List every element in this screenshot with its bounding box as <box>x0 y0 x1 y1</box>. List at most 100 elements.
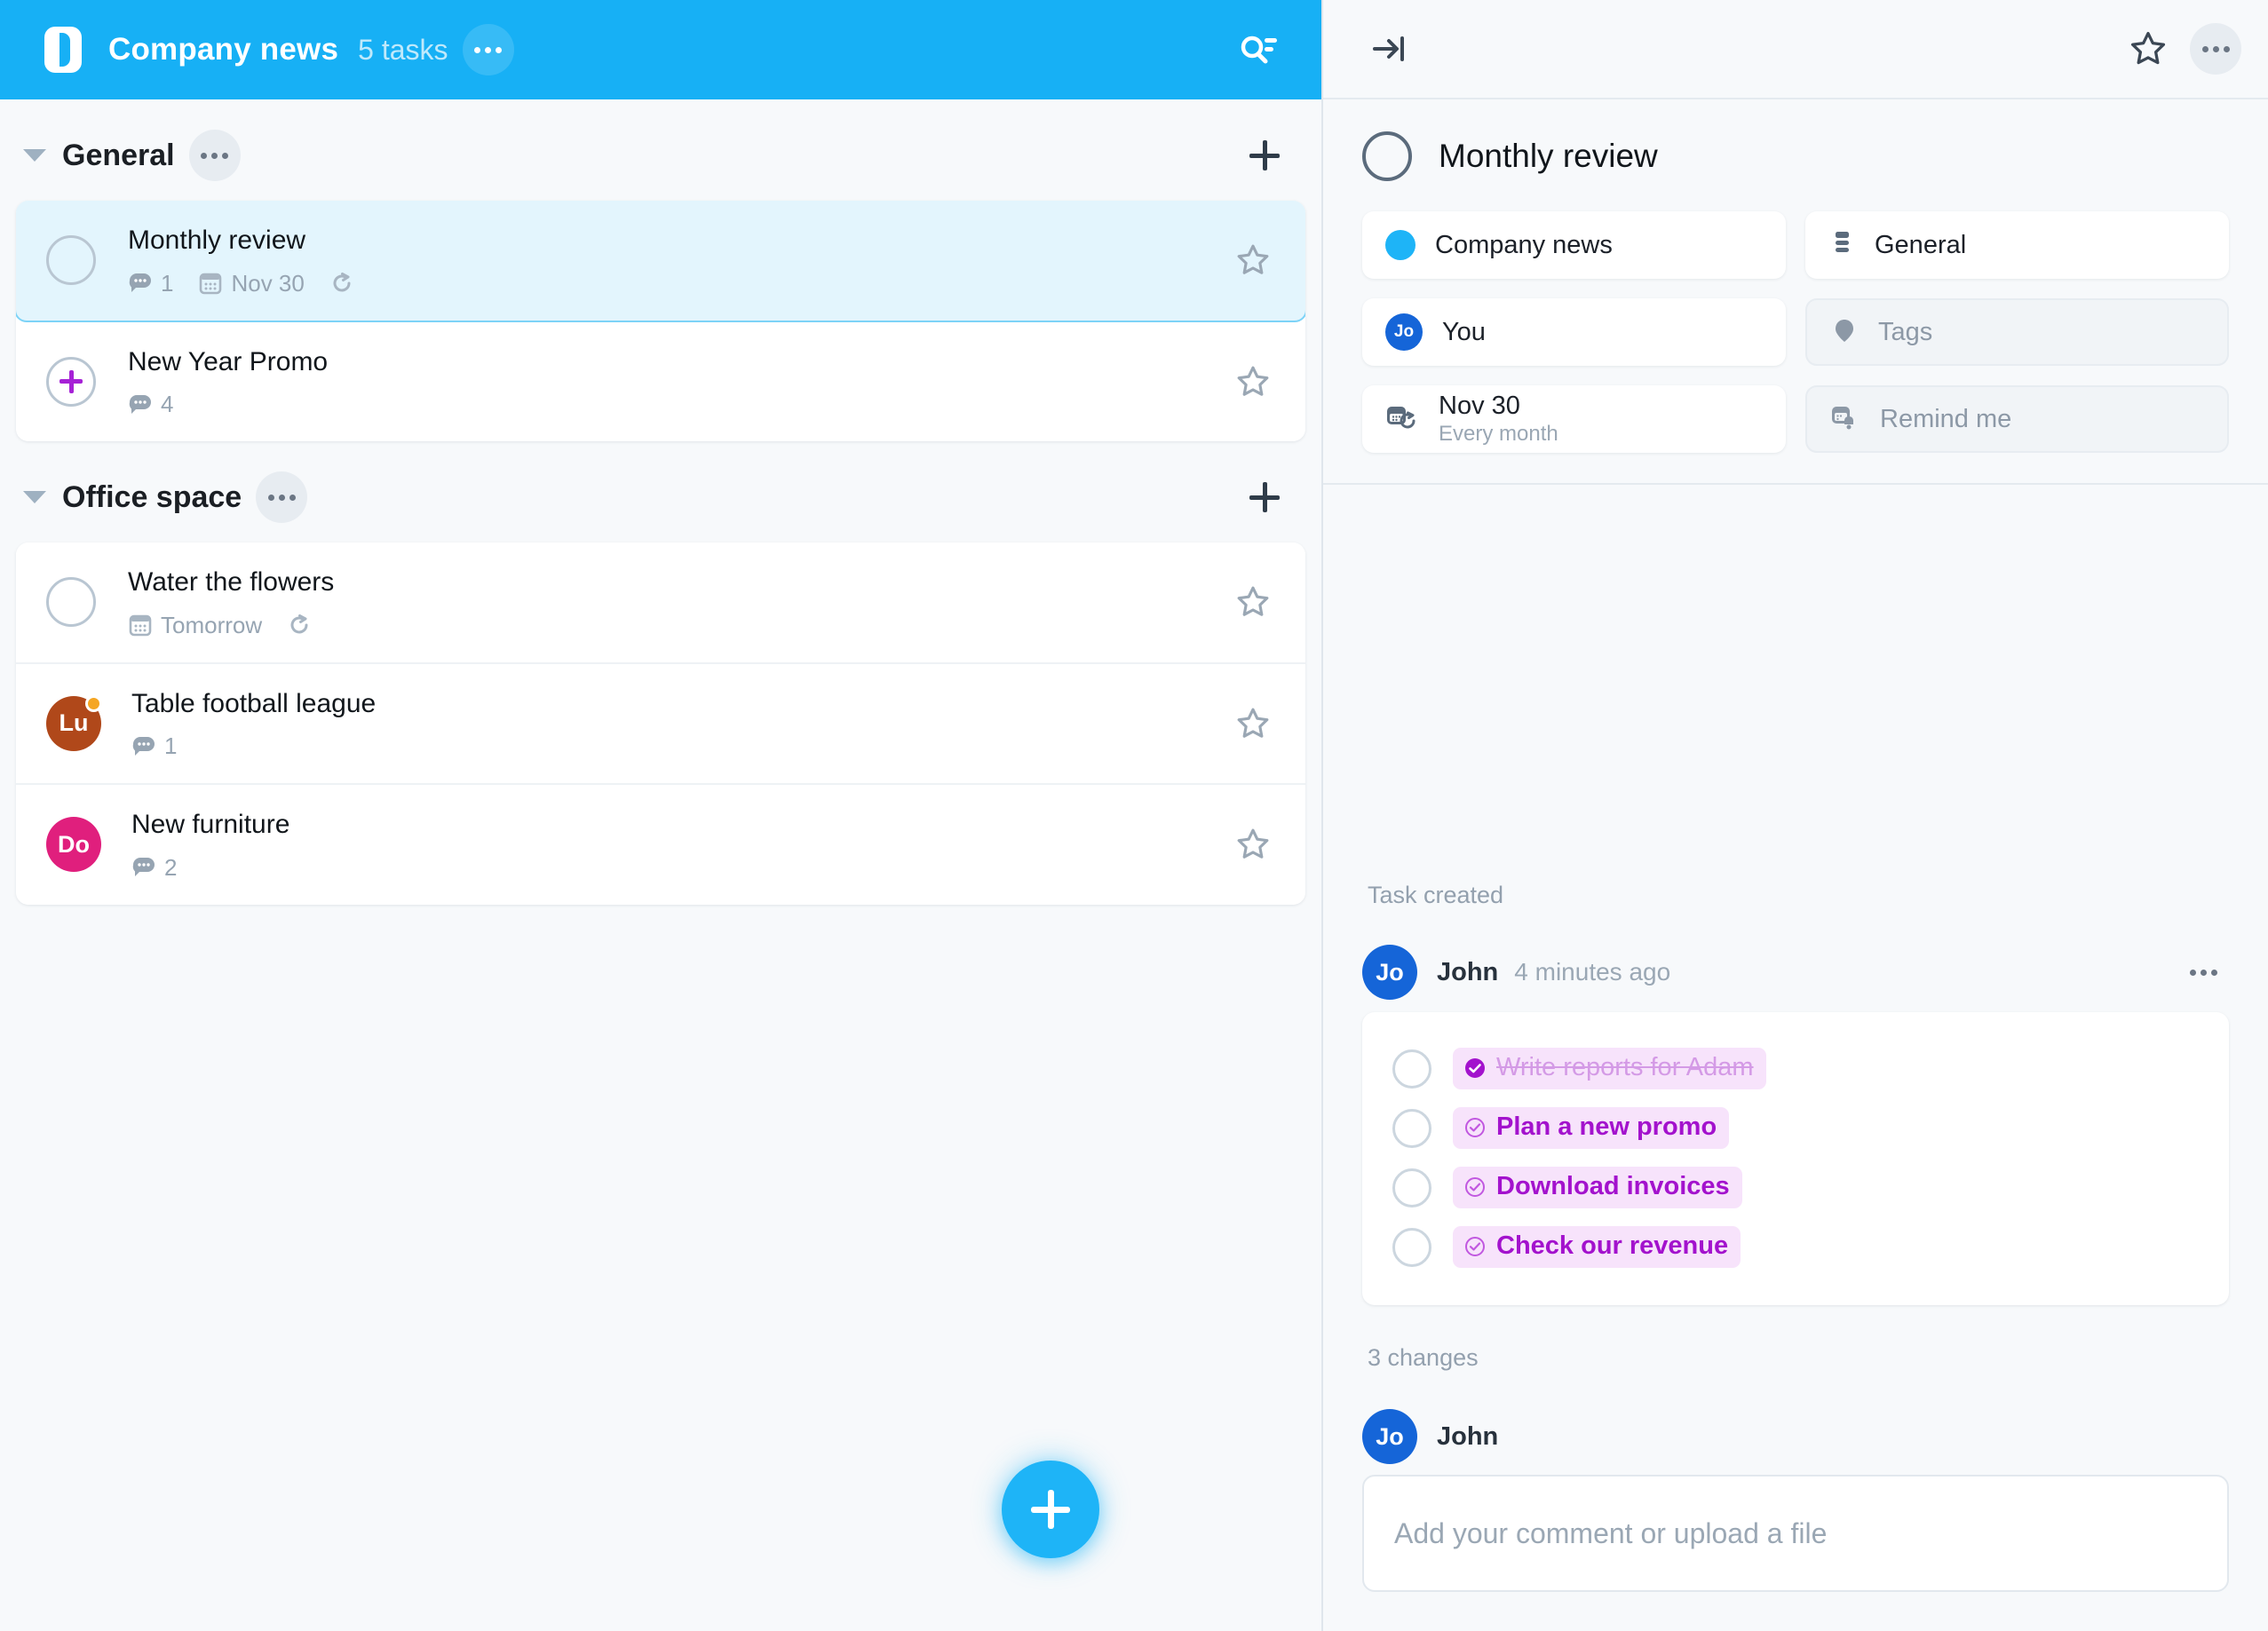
task-checkbox[interactable] <box>46 577 96 628</box>
add-task-button[interactable] <box>1240 131 1289 180</box>
search-filter-icon[interactable] <box>1227 19 1289 81</box>
checklist-pill: Plan a new promo <box>1453 1107 1730 1149</box>
comment-timestamp: 4 minutes ago <box>1514 958 1671 986</box>
group-menu-button[interactable] <box>188 130 241 181</box>
checklist-pill: Write reports for Adam <box>1453 1048 1766 1089</box>
due-date-meta: Tomorrow <box>128 612 262 639</box>
tag-icon <box>1830 316 1859 349</box>
property-due-date-sublabel: Every month <box>1439 422 1558 447</box>
checklist-item[interactable]: Write reports for Adam <box>1392 1039 2199 1098</box>
task-meta: Tomorrow <box>128 612 1209 639</box>
task-body: Table football league 1 <box>131 687 1209 761</box>
app-root: Company news 5 tasks General Monthly rev… <box>0 0 2268 1631</box>
comment-author: John <box>1437 957 1499 986</box>
property-reminder-label: Remind me <box>1880 404 2012 433</box>
property-reminder[interactable]: Remind me <box>1805 385 2229 453</box>
checklist-text: Download invoices <box>1496 1172 1730 1200</box>
star-outline-icon[interactable] <box>2121 21 2176 76</box>
checklist-pill: Download invoices <box>1453 1167 1742 1208</box>
comment-input-placeholder: Add your comment or upload a file <box>1394 1516 1828 1549</box>
comment-count-meta: 2 <box>131 854 177 882</box>
property-section[interactable]: General <box>1805 211 2229 279</box>
task-card-general: Monthly review 1 Nov 30 New Year Promo 4 <box>16 201 1305 441</box>
property-due-date[interactable]: Nov 30 Every month <box>1362 385 1786 453</box>
due-date-meta: Nov 30 <box>198 270 305 297</box>
avatar-initials: Jo <box>1376 958 1404 986</box>
group-header-office-space[interactable]: Office space <box>0 441 1321 542</box>
task-title: Monthly review <box>128 226 306 255</box>
task-checkbox[interactable] <box>46 235 96 286</box>
avatar[interactable]: Jo <box>1362 945 1417 1000</box>
checklist-checkbox[interactable] <box>1392 1227 1431 1267</box>
comment-count: 2 <box>164 853 178 881</box>
property-tags-label: Tags <box>1878 317 1933 346</box>
add-subtask-button[interactable] <box>46 356 96 407</box>
collapse-caret-icon[interactable] <box>23 491 46 503</box>
collapse-caret-icon[interactable] <box>23 149 46 162</box>
reminder-bell-icon <box>1830 403 1860 436</box>
task-meta: 4 <box>128 391 1209 418</box>
avatar[interactable]: Lu <box>46 694 102 751</box>
task-row[interactable]: Lu Table football league 1 <box>16 663 1305 785</box>
activity-top-spacer <box>1362 485 2229 851</box>
comment-input[interactable]: Add your comment or upload a file <box>1362 1475 2229 1592</box>
comment-icon <box>132 858 155 876</box>
star-outline-icon[interactable] <box>1227 356 1279 408</box>
app-logo-icon[interactable] <box>44 27 82 73</box>
changes-label[interactable]: 3 changes <box>1362 1305 2229 1372</box>
add-task-button[interactable] <box>1240 472 1289 522</box>
avatar[interactable]: Jo <box>1362 1409 1417 1464</box>
property-due-date-stack: Nov 30 Every month <box>1439 392 1558 446</box>
group-header-general[interactable]: General <box>0 99 1321 201</box>
comment-menu-button[interactable] <box>2177 946 2229 998</box>
task-meta: 1 <box>131 732 1209 760</box>
checklist-item[interactable]: Download invoices <box>1392 1158 2199 1217</box>
detail-topbar <box>1323 0 2268 99</box>
activity-feed: Task created Jo John 4 minutes ago Write… <box>1323 485 2268 1631</box>
detail-title-row: Monthly review <box>1323 99 2268 206</box>
property-tags[interactable]: Tags <box>1805 298 2229 366</box>
checklist-item[interactable]: Check our revenue <box>1392 1217 2199 1277</box>
task-title: Water the flowers <box>128 567 335 597</box>
star-outline-icon[interactable] <box>1227 819 1279 870</box>
project-menu-button[interactable] <box>462 24 514 75</box>
status-dot <box>85 694 102 712</box>
recurrence-meta <box>287 613 312 637</box>
task-row[interactable]: Monthly review 1 Nov 30 <box>16 201 1305 322</box>
task-card-office-space: Water the flowers Tomorrow Lu Table foot… <box>16 542 1305 905</box>
add-task-fab[interactable] <box>1002 1461 1099 1558</box>
project-task-count: 5 tasks <box>358 33 448 66</box>
star-outline-icon[interactable] <box>1227 698 1279 749</box>
detail-menu-button[interactable] <box>2190 23 2241 75</box>
group-menu-button[interactable] <box>256 471 308 523</box>
detail-task-title: Monthly review <box>1439 138 1658 174</box>
collapse-panel-icon[interactable] <box>1362 21 1417 76</box>
star-outline-icon[interactable] <box>1227 576 1279 628</box>
checklist-checkbox[interactable] <box>1392 1049 1431 1089</box>
avatar[interactable]: Do <box>46 817 101 873</box>
checklist-item[interactable]: Plan a new promo <box>1392 1098 2199 1158</box>
property-project[interactable]: Company news <box>1362 211 1786 279</box>
task-body: Water the flowers Tomorrow <box>128 566 1209 639</box>
check-outline-icon <box>1465 1176 1485 1197</box>
star-outline-icon[interactable] <box>1227 234 1279 286</box>
task-row[interactable]: New Year Promo 4 <box>16 321 1305 441</box>
task-body: New Year Promo 4 <box>128 345 1209 419</box>
checklist-checkbox[interactable] <box>1392 1108 1431 1148</box>
task-row[interactable]: Water the flowers Tomorrow <box>16 542 1305 664</box>
due-date: Tomorrow <box>161 611 263 638</box>
avatar-initials: Do <box>58 830 90 858</box>
task-row[interactable]: Do New furniture 2 <box>16 785 1305 905</box>
composer-header: Jo John <box>1362 1409 2229 1464</box>
property-assignee[interactable]: Jo You <box>1362 298 1786 366</box>
project-topbar: Company news 5 tasks <box>0 0 1321 99</box>
checklist-checkbox[interactable] <box>1392 1168 1431 1207</box>
group-title: General <box>62 138 175 172</box>
checklist-text: Plan a new promo <box>1496 1112 1717 1141</box>
task-list-area: General Monthly review 1 Nov 30 New Year… <box>0 99 1321 1631</box>
task-list-panel: Company news 5 tasks General Monthly rev… <box>0 0 1323 1631</box>
assignee-initials: Jo <box>1393 322 1415 341</box>
task-complete-checkbox[interactable] <box>1362 131 1412 181</box>
check-outline-icon <box>1465 1117 1485 1137</box>
comment-count-meta: 4 <box>128 391 173 418</box>
